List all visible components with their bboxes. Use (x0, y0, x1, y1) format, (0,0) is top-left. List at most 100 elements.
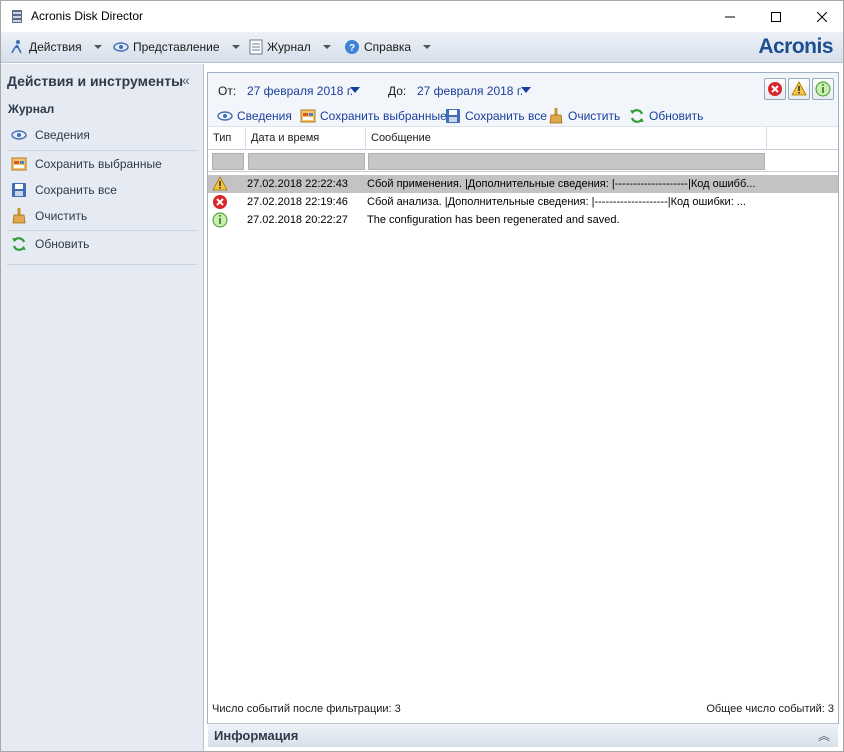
to-label: До: (388, 84, 407, 98)
maximize-icon (771, 11, 781, 22)
message-filter-cell[interactable] (368, 153, 765, 170)
chevron-up-icon[interactable]: ︽ (818, 727, 830, 744)
details-button[interactable]: Сведения (217, 107, 292, 125)
toolbar-label: Сведения (237, 109, 292, 123)
divider (7, 150, 197, 151)
toolbar-label: Очистить (568, 109, 621, 123)
info-panel-title: Информация (214, 728, 299, 743)
minimize-button[interactable] (707, 1, 753, 32)
menu-log-label: Журнал (267, 40, 311, 54)
menu-view[interactable]: Представление (113, 38, 240, 56)
menu-help[interactable]: ? Справка (344, 38, 432, 56)
chevron-down-icon (322, 45, 331, 49)
toolbar-label: Сохранить все (465, 109, 547, 123)
log-toolbar: Сведения Сохранить выбранные Сохранить в… (208, 105, 838, 127)
sidebar-item-details[interactable]: Сведения (11, 125, 90, 145)
refresh-icon (630, 109, 644, 123)
close-button[interactable] (799, 1, 843, 32)
eye-icon (113, 42, 129, 52)
date-filter-bar: От: 27 февраля 2018 г. До: 27 февраля 20… (208, 73, 838, 105)
filter-errors-button[interactable] (764, 78, 786, 100)
sidebar-item-save-selected[interactable]: Сохранить выбранные (11, 154, 162, 174)
maximize-button[interactable] (753, 1, 799, 32)
column-header-type[interactable]: Тип (208, 127, 246, 150)
chevron-down-icon[interactable] (350, 87, 360, 93)
row-datetime: 27.02.2018 20:22:27 (247, 214, 348, 226)
row-message: The configuration has been regenerated a… (367, 214, 620, 226)
warning-icon (212, 176, 228, 191)
save-selected-button[interactable]: Сохранить выбранные (300, 107, 447, 125)
actions-icon (11, 40, 22, 54)
sidebar-item-label: Очистить (35, 209, 88, 223)
column-header-message[interactable]: Сообщение (366, 127, 767, 150)
app-window: Acronis Disk Director Действия Представл… (0, 0, 844, 752)
filtered-count: Число событий после фильтрации: 3 (212, 703, 401, 715)
save-all-button[interactable]: Сохранить все (445, 107, 547, 125)
chevron-down-icon[interactable] (521, 87, 531, 93)
table-header: Тип Дата и время Сообщение (208, 127, 838, 150)
chevron-down-icon (93, 45, 102, 49)
info-panel-header[interactable]: Информация ︽ (208, 723, 838, 747)
total-count: Общее число событий: 3 (706, 703, 834, 715)
actions-section-title: Журнал (8, 102, 55, 116)
row-message: Сбой анализа. |Дополнительные сведения: … (367, 196, 746, 208)
toolbar-label: Сохранить выбранные (320, 109, 447, 123)
chevron-down-icon (231, 45, 240, 49)
minimize-icon (725, 16, 735, 17)
sidebar-item-refresh[interactable]: Обновить (11, 234, 89, 254)
brand-logo: Acronis (758, 35, 833, 58)
sidebar-item-clear[interactable]: Очистить (11, 206, 87, 226)
filter-warnings-button[interactable] (788, 78, 810, 100)
table-row[interactable]: 27.02.2018 22:19:46 Сбой анализа. |Допол… (208, 193, 838, 211)
table-row[interactable]: 27.02.2018 22:22:43 Сбой применения. |До… (208, 175, 838, 193)
menu-bar: Действия Представление Журнал ? Справка … (1, 32, 843, 63)
sidebar-item-save-all[interactable]: Сохранить все (11, 180, 117, 200)
datetime-filter-cell[interactable] (248, 153, 365, 170)
toolbar-label: Обновить (649, 109, 704, 123)
title-bar: Acronis Disk Director (1, 1, 843, 32)
broom-icon (549, 108, 563, 124)
sidebar-item-label: Сохранить все (35, 183, 117, 197)
actions-panel-title: Действия и инструменты (7, 73, 184, 89)
menu-view-label: Представление (133, 40, 220, 54)
row-datetime: 27.02.2018 22:22:43 (247, 178, 348, 190)
menu-actions[interactable]: Действия (9, 38, 102, 56)
log-icon (249, 39, 263, 55)
menu-log[interactable]: Журнал (249, 38, 331, 56)
sidebar-item-label: Обновить (35, 237, 90, 251)
row-datetime: 27.02.2018 22:19:46 (247, 196, 348, 208)
eye-icon (11, 130, 27, 140)
save-selected-icon (300, 109, 316, 123)
log-view: От: 27 февраля 2018 г. До: 27 февраля 20… (207, 72, 839, 724)
refresh-icon (12, 237, 26, 251)
svg-text:?: ? (349, 43, 355, 54)
close-icon (817, 11, 827, 22)
error-icon (768, 82, 782, 96)
type-filter-cell[interactable] (212, 153, 244, 170)
chevron-down-icon (423, 45, 432, 49)
from-date-value[interactable]: 27 февраля 2018 г. (247, 84, 353, 98)
broom-icon (12, 208, 26, 224)
actions-panel: Действия и инструменты « Журнал Сведения… (1, 64, 204, 751)
collapse-panel-button[interactable]: « (182, 72, 190, 88)
refresh-button[interactable]: Обновить (629, 107, 703, 125)
from-label: От: (218, 84, 237, 98)
divider (7, 230, 197, 231)
warning-icon (791, 81, 807, 96)
to-date-value[interactable]: 27 февраля 2018 г. (417, 84, 523, 98)
save-icon (12, 183, 26, 197)
clear-button[interactable]: Очистить (548, 107, 620, 125)
sidebar-item-label: Сохранить выбранные (35, 157, 162, 171)
error-icon (213, 195, 227, 209)
table-row[interactable]: 27.02.2018 20:22:27 The configuration ha… (208, 211, 838, 229)
menu-actions-label: Действия (29, 40, 82, 54)
column-header-datetime[interactable]: Дата и время (246, 127, 366, 150)
sidebar-item-label: Сведения (35, 128, 90, 142)
divider (7, 264, 197, 265)
save-selected-icon (11, 157, 27, 171)
filter-info-button[interactable] (812, 78, 834, 100)
help-icon: ? (345, 40, 359, 54)
app-icon (12, 10, 22, 23)
menu-help-label: Справка (364, 40, 412, 54)
status-bar: Число событий после фильтрации: 3 Общее … (208, 697, 838, 723)
